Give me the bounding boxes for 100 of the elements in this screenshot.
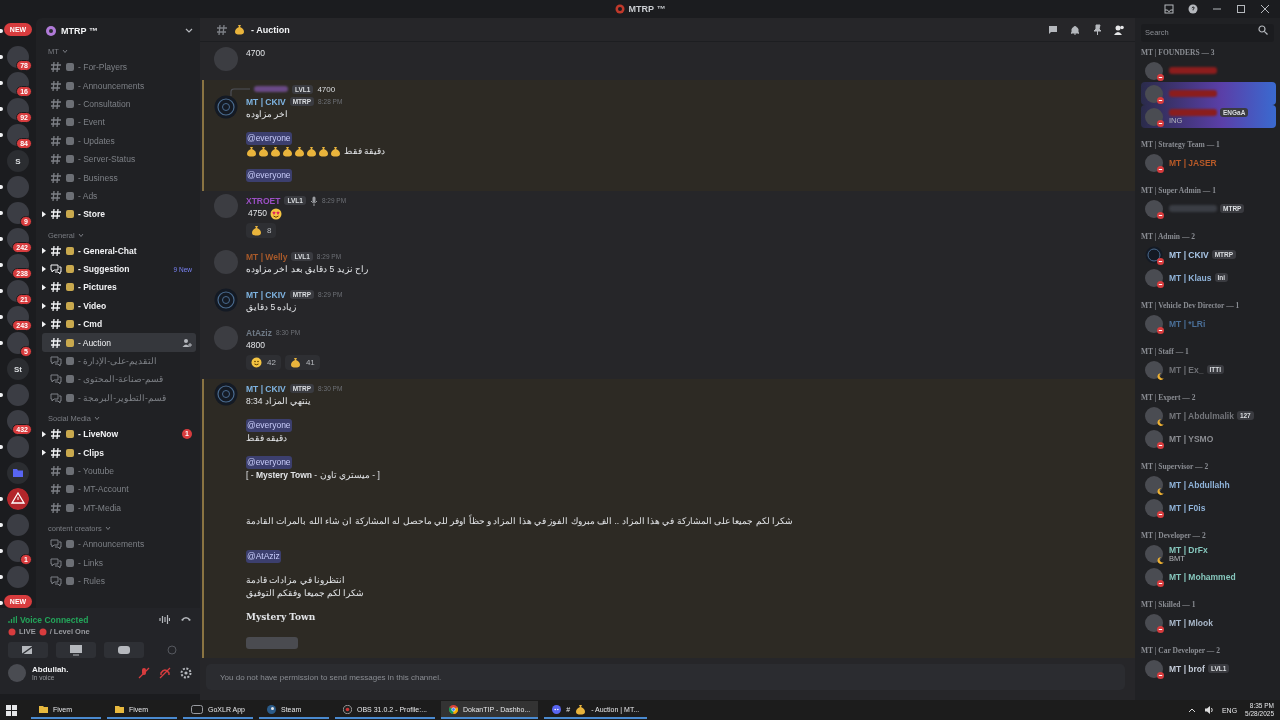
message-text: زياده 5 دقايق — [246, 301, 298, 314]
server-icon[interactable] — [7, 332, 29, 354]
member-item[interactable]: MT | Mohammed — [1141, 565, 1276, 588]
maximize-icon[interactable] — [1236, 4, 1246, 14]
channel-item[interactable]: - Ads — [42, 186, 196, 206]
member-name: MT | Klaus — [1169, 272, 1212, 283]
server-icon[interactable]: S — [7, 150, 29, 172]
mention-link[interactable]: @everyone — [246, 419, 292, 432]
mention-link[interactable]: @AtAziz — [246, 550, 281, 563]
channel-item[interactable]: - MT-Account — [42, 480, 196, 499]
channel-item[interactable]: - Consultation — [42, 94, 196, 114]
chevron-up-icon[interactable] — [1187, 707, 1196, 713]
channel-item[interactable]: - Cmd — [42, 315, 196, 334]
settings-icon[interactable] — [180, 667, 192, 679]
browser-icon — [449, 704, 459, 714]
channel-item[interactable]: - Video — [42, 296, 196, 316]
hash-icon — [50, 134, 62, 147]
speaker-icon[interactable] — [1203, 705, 1214, 715]
channel-item[interactable]: - Store — [42, 205, 196, 224]
channel-item[interactable]: - قسم-صناعة-المحتوى — [42, 370, 196, 389]
channel-item[interactable]: - Server-Status — [42, 149, 196, 169]
threads-icon[interactable] — [1047, 23, 1059, 36]
member-name: MT | Mlook — [1169, 617, 1213, 628]
close-icon[interactable] — [1260, 4, 1270, 14]
message-text: شكرا لكم جميعا وفقكم التوفيق — [246, 587, 366, 600]
chevron-icon — [61, 49, 68, 54]
windows-start-icon[interactable] — [6, 704, 17, 716]
avatar-placeholder — [1145, 61, 1163, 80]
reaction-button[interactable]: 41 — [284, 355, 320, 370]
author-name[interactable]: MT | CKIV — [246, 383, 286, 394]
waveform-icon[interactable] — [159, 614, 170, 625]
channel-item[interactable]: - Youtube — [42, 461, 196, 481]
channel-item[interactable]: - التقديم-على-الإدارة — [42, 351, 196, 371]
avatar-placeholder — [1145, 567, 1163, 586]
mic-muted-icon[interactable] — [138, 667, 150, 679]
bell-icon[interactable] — [1069, 23, 1081, 36]
channel-item[interactable]: - Pictures — [42, 278, 196, 297]
member-item[interactable] — [1141, 82, 1276, 105]
chat-app-icon — [552, 704, 562, 714]
channel-item[interactable]: - General-Chat — [42, 241, 196, 260]
server-icon[interactable]: St — [7, 358, 29, 380]
avatar-placeholder — [1145, 498, 1163, 517]
members-icon[interactable] — [1113, 23, 1125, 36]
disconnect-icon[interactable] — [180, 614, 192, 622]
warning-icon[interactable] — [7, 488, 29, 510]
reaction-button[interactable]: 42 — [246, 355, 281, 370]
author-name[interactable]: MT | CKIV — [246, 289, 286, 300]
channel-item[interactable]: - For-Players — [42, 58, 196, 77]
server-name: MTRP ™ — [61, 26, 99, 36]
channel-item[interactable]: - Event — [42, 113, 196, 132]
mention-link[interactable]: @everyone — [246, 169, 292, 182]
channel-item[interactable]: - Announcements — [42, 535, 196, 554]
hash-icon — [50, 336, 62, 349]
camera-off-icon[interactable] — [8, 642, 48, 658]
server-icon[interactable] — [7, 540, 29, 562]
channel-item[interactable]: - Auction — [42, 333, 196, 352]
forum-icon — [50, 391, 62, 404]
smiley-face-icon — [251, 357, 262, 368]
member-name: MT | F0is — [1169, 502, 1206, 513]
message-text: شكرا لكم جميعا على المشاركة في هذا المزاد .. الف مبروك الفوز في هذا المزاد و حظاً اوفر للي ماحصل له المشاركة ان شاء الله بالمرات القادمة — [246, 515, 794, 528]
server-icon[interactable] — [7, 98, 29, 120]
member-name: MT | JASER — [1169, 157, 1217, 168]
mention-link[interactable]: @everyone — [246, 456, 292, 469]
channel-item[interactable]: - Links — [42, 553, 196, 572]
server-icon[interactable] — [7, 202, 29, 224]
app-logo-icon — [614, 4, 625, 14]
avatar-placeholder — [1145, 613, 1163, 632]
screen-share-icon[interactable] — [56, 642, 96, 658]
signal-icon — [8, 615, 17, 624]
member-item[interactable]: MT | F0is — [1141, 496, 1276, 519]
hash-icon — [50, 299, 62, 312]
channel-item[interactable]: - قسم-التطوير-البرمجة — [42, 388, 196, 408]
money-bag-icon — [575, 703, 587, 715]
help-icon[interactable] — [1188, 4, 1198, 14]
author-name[interactable]: MT | CKIV — [246, 96, 286, 107]
hash-icon — [50, 79, 62, 92]
pin-icon[interactable] — [1091, 23, 1103, 36]
member-item[interactable]: MT | YSMO — [1141, 427, 1276, 450]
server-icon[interactable] — [7, 124, 29, 146]
channel-item[interactable]: - Rules — [42, 571, 196, 591]
channel-item[interactable]: - Announcements — [42, 76, 196, 95]
money-bag-icon — [330, 146, 341, 157]
channel-item[interactable]: - MT-Media — [42, 498, 196, 517]
folder-icon[interactable] — [7, 462, 29, 484]
folder-icon — [115, 704, 124, 714]
channel-item[interactable]: - Business — [42, 168, 196, 187]
channel-item[interactable]: - Updates — [42, 131, 196, 150]
server-header[interactable]: MTRP ™ — [42, 22, 196, 40]
money-bag-icon — [234, 24, 245, 35]
reaction-button[interactable]: 8 — [246, 223, 277, 238]
channel-item[interactable]: - Clips — [42, 443, 196, 462]
folder-icon — [39, 704, 48, 714]
gamepad-icon[interactable] — [104, 642, 144, 658]
headphones-muted-icon[interactable] — [159, 667, 171, 679]
hash-icon — [50, 244, 62, 257]
mention-link[interactable]: @everyone — [246, 132, 292, 145]
live-dot-icon — [38, 627, 47, 636]
member-item[interactable]: MT | Abdullahh — [1141, 473, 1276, 496]
member-item[interactable]: MT | Mlook — [1141, 611, 1276, 634]
inbox-icon[interactable] — [1164, 4, 1174, 14]
